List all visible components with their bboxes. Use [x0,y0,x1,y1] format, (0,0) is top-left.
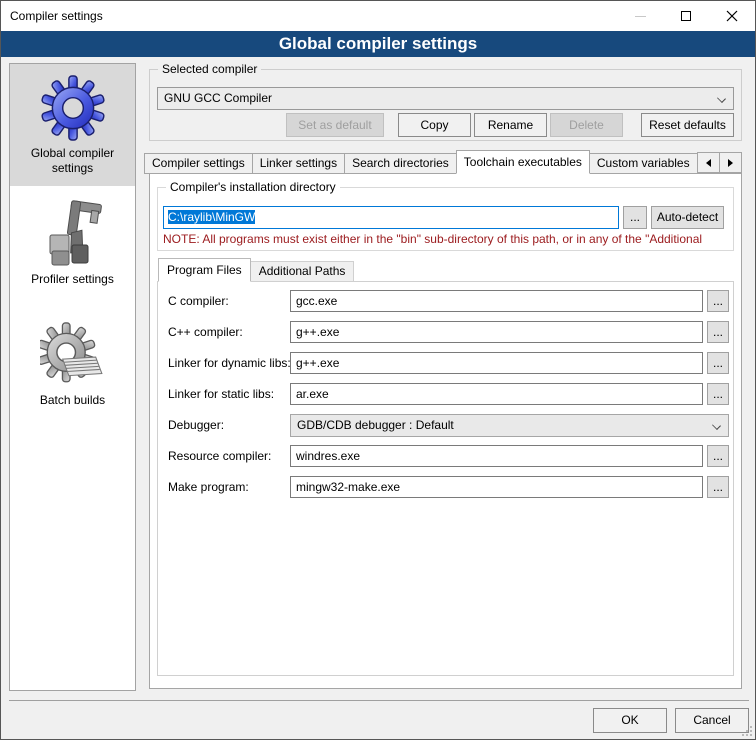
tab-compiler-settings[interactable]: Compiler settings [144,153,253,174]
close-button[interactable] [709,1,755,31]
maximize-icon [681,11,691,21]
tab-custom-variables[interactable]: Custom variables [589,153,698,174]
programs-subtabstrip: Program Files Additional Paths [158,259,353,282]
compiler-select[interactable]: GNU GCC Compiler [157,87,734,110]
delete-button: Delete [550,113,623,137]
maximize-button[interactable] [663,1,709,31]
reset-defaults-button[interactable]: Reset defaults [641,113,734,137]
copy-button[interactable]: Copy [398,113,471,137]
resource-compiler-input[interactable] [290,445,703,467]
c-compiler-browse-button[interactable]: ... [707,290,729,312]
minimize-button [617,1,663,31]
resource-compiler-browse-button[interactable]: ... [707,445,729,467]
make-program-input[interactable] [290,476,703,498]
sidebar-item-batch-builds[interactable]: Batch builds [10,311,135,418]
sidebar-item-profiler-settings[interactable]: Profiler settings [10,190,135,297]
tab-scroll-right-button[interactable] [719,152,742,173]
installation-directory-input[interactable]: C:\raylib\MinGW [163,206,619,229]
linker-dynamic-input[interactable] [290,352,703,374]
c-compiler-label: C compiler: [168,294,229,308]
tab-toolchain-executables[interactable]: Toolchain executables [456,150,590,174]
installation-directory-value: C:\raylib\MinGW [168,210,255,224]
titlebar[interactable]: Compiler settings [1,1,755,31]
linker-dynamic-label: Linker for dynamic libs: [168,356,291,370]
linker-static-browse-button[interactable]: ... [707,383,729,405]
footer-divider [9,700,749,701]
tab-search-directories[interactable]: Search directories [344,153,457,174]
tab-linker-settings[interactable]: Linker settings [252,153,345,174]
settings-sidebar: Global compiler settings Profiler settin… [9,63,136,691]
caliper-icon [10,198,135,270]
subtab-additional-paths[interactable]: Additional Paths [250,261,355,282]
cpp-compiler-input[interactable] [290,321,703,343]
installation-directory-group-label: Compiler's installation directory [166,180,340,194]
rename-button[interactable]: Rename [474,113,547,137]
make-program-browse-button[interactable]: ... [707,476,729,498]
page-title: Global compiler settings [1,31,755,57]
linker-dynamic-browse-button[interactable]: ... [707,352,729,374]
sidebar-item-label: Batch builds [10,391,135,418]
debugger-label: Debugger: [168,418,224,432]
main-tabstrip: Compiler settings Linker settings Search… [144,151,726,174]
chevron-down-icon [712,421,721,430]
sidebar-item-global-compiler-settings[interactable]: Global compiler settings [10,64,135,186]
minimize-icon [635,16,646,17]
debugger-select[interactable]: GDB/CDB debugger : Default [290,414,729,437]
debugger-select-value: GDB/CDB debugger : Default [297,418,454,432]
tab-scroll-left-button[interactable] [697,152,720,173]
gray-gear-stack-icon [10,319,135,391]
arrow-left-icon [706,159,711,167]
note-text: NOTE: All programs must exist either in … [163,232,734,246]
sidebar-item-label: Profiler settings [10,270,135,297]
linker-static-label: Linker for static libs: [168,387,274,401]
directory-browse-button[interactable]: ... [623,206,647,229]
cpp-compiler-label: C++ compiler: [168,325,243,339]
selected-compiler-group-label: Selected compiler [158,62,261,76]
resize-grip[interactable] [742,726,752,736]
arrow-right-icon [728,159,733,167]
subtab-program-files[interactable]: Program Files [158,258,251,282]
blue-gear-icon [10,72,135,144]
set-as-default-button: Set as default [286,113,384,137]
make-program-label: Make program: [168,480,249,494]
chevron-down-icon [717,94,726,103]
compiler-settings-dialog: Compiler settings Global compiler settin… [0,0,756,740]
auto-detect-button[interactable]: Auto-detect [651,206,724,229]
sidebar-item-label: Global compiler settings [10,144,135,186]
cpp-compiler-browse-button[interactable]: ... [707,321,729,343]
close-icon [726,10,738,22]
linker-static-input[interactable] [290,383,703,405]
cancel-button[interactable]: Cancel [675,708,749,733]
compiler-select-value: GNU GCC Compiler [164,91,272,105]
ok-button[interactable]: OK [593,708,667,733]
c-compiler-input[interactable] [290,290,703,312]
window-title: Compiler settings [10,9,103,23]
resource-compiler-label: Resource compiler: [168,449,271,463]
